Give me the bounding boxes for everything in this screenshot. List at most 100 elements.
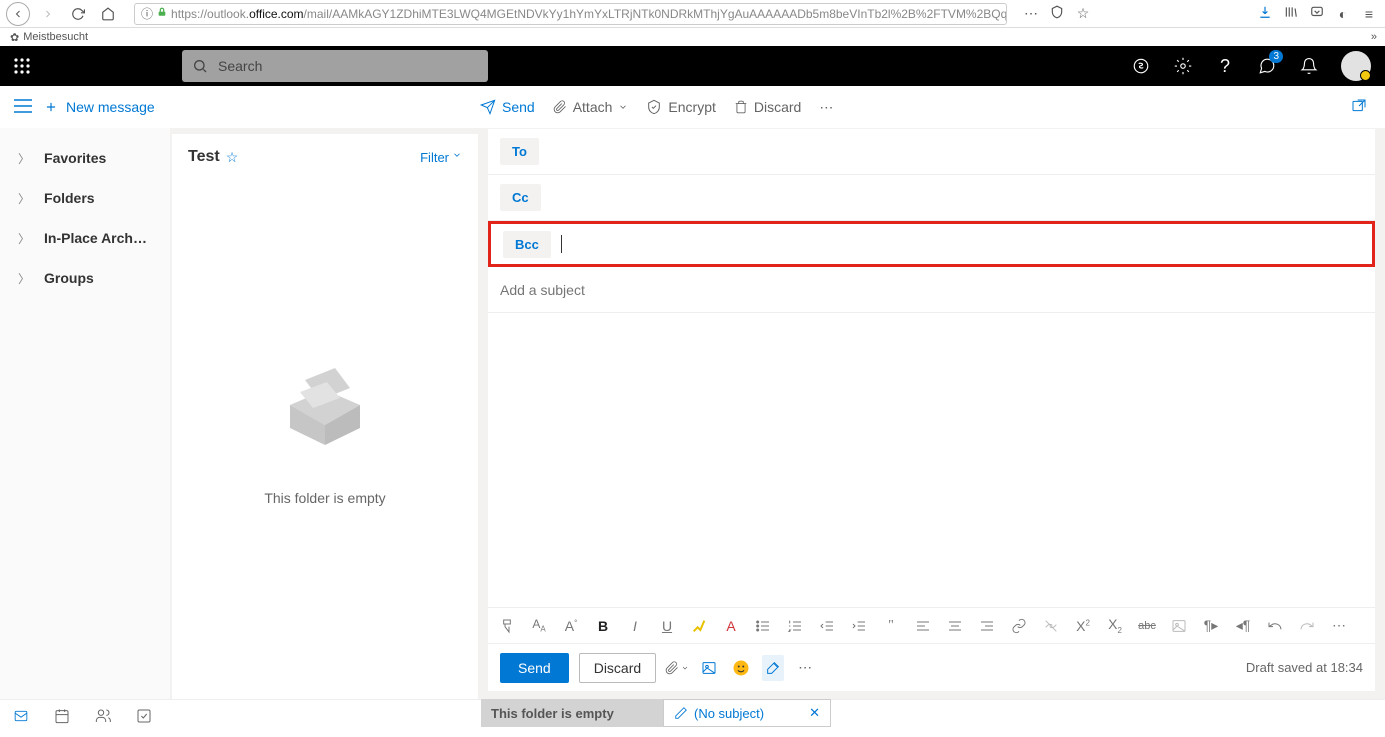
- app-launcher-button[interactable]: [0, 58, 44, 74]
- encrypt-command[interactable]: Encrypt: [646, 99, 715, 115]
- send-command[interactable]: Send: [480, 99, 535, 115]
- subject-row[interactable]: [488, 267, 1375, 313]
- new-message-label: New message: [66, 99, 155, 115]
- browser-back-button[interactable]: [6, 2, 30, 26]
- tasks-module-icon[interactable]: [136, 708, 152, 729]
- bcc-input[interactable]: [572, 236, 1360, 252]
- bullets-icon[interactable]: [754, 618, 772, 634]
- undo-icon[interactable]: [1266, 618, 1284, 634]
- popout-button[interactable]: [1351, 98, 1367, 117]
- align-center-icon[interactable]: [946, 618, 964, 634]
- align-left-icon[interactable]: [914, 618, 932, 634]
- underline-button[interactable]: U: [658, 618, 676, 634]
- chevron-down-icon: [452, 150, 462, 160]
- more-commands-icon[interactable]: ⋯: [819, 99, 833, 116]
- insert-picture-icon[interactable]: [698, 660, 720, 676]
- browser-download-icon[interactable]: [1255, 5, 1275, 22]
- cc-button[interactable]: Cc: [500, 184, 541, 211]
- format-painter-icon[interactable]: [498, 618, 516, 634]
- bcc-row[interactable]: Bcc: [488, 221, 1375, 267]
- search-placeholder: Search: [218, 58, 262, 74]
- empty-folder: This folder is empty: [172, 180, 478, 699]
- browser-more-icon[interactable]: ⋯: [1021, 5, 1041, 22]
- redo-icon[interactable]: [1298, 618, 1316, 634]
- bookmarks-expand-icon[interactable]: »: [1371, 31, 1377, 43]
- close-tab-icon[interactable]: ✕: [809, 705, 820, 721]
- message-body[interactable]: [488, 313, 1375, 607]
- help-icon[interactable]: ?: [1215, 56, 1235, 76]
- browser-bookmarks-bar: ✿ Meistbesucht »: [0, 28, 1385, 46]
- more-formatting-icon[interactable]: ⋯: [1330, 617, 1348, 634]
- attach-inline-icon[interactable]: [666, 660, 688, 676]
- toggle-format-icon[interactable]: [762, 655, 784, 681]
- bcc-button[interactable]: Bcc: [503, 231, 551, 258]
- browser-forward-button[interactable]: [36, 2, 60, 26]
- bottom-tabs: This folder is empty (No subject) ✕: [481, 699, 1385, 727]
- formatting-toolbar: AA A° B I U A " X2 X2 abc: [488, 607, 1375, 643]
- browser-star-icon[interactable]: ☆: [1073, 5, 1093, 22]
- ltr-icon[interactable]: ¶▸: [1202, 617, 1220, 634]
- avatar[interactable]: [1341, 51, 1371, 81]
- discard-button[interactable]: Discard: [579, 653, 656, 683]
- strikethrough-icon[interactable]: abc: [1138, 620, 1156, 632]
- font-icon[interactable]: AA: [530, 617, 548, 633]
- favorite-star-icon[interactable]: ☆: [226, 149, 239, 166]
- nav-groups[interactable]: 〉 Groups: [0, 258, 170, 298]
- subscript-icon[interactable]: X2: [1106, 616, 1124, 635]
- indent-icon[interactable]: [850, 618, 868, 634]
- chat-icon[interactable]: 3: [1257, 56, 1277, 76]
- superscript-icon[interactable]: X2: [1074, 618, 1092, 634]
- skype-icon[interactable]: [1131, 56, 1151, 76]
- cc-row[interactable]: Cc: [488, 175, 1375, 221]
- italic-button[interactable]: I: [626, 618, 644, 634]
- browser-pocket-icon[interactable]: [1307, 5, 1327, 22]
- more-actions-icon[interactable]: ⋯: [794, 659, 816, 676]
- align-right-icon[interactable]: [978, 618, 996, 634]
- highlight-icon[interactable]: [690, 618, 708, 634]
- emoji-icon[interactable]: [730, 659, 752, 677]
- to-button[interactable]: To: [500, 138, 539, 165]
- filter-button[interactable]: Filter: [420, 150, 462, 165]
- new-message-button[interactable]: New message: [44, 99, 155, 115]
- unlink-icon[interactable]: [1042, 618, 1060, 634]
- cc-input[interactable]: [551, 190, 1363, 206]
- numbering-icon[interactable]: [786, 618, 804, 634]
- insert-image-icon[interactable]: [1170, 618, 1188, 634]
- link-icon[interactable]: [1010, 618, 1028, 634]
- bookmark-item[interactable]: Meistbesucht: [23, 31, 88, 43]
- subject-input[interactable]: [500, 282, 1363, 298]
- notifications-icon[interactable]: [1299, 56, 1319, 76]
- font-color-icon[interactable]: A: [722, 618, 740, 634]
- browser-shield-icon[interactable]: [1047, 5, 1067, 22]
- folder-header: Test ☆ Filter: [172, 134, 478, 180]
- browser-menu-icon[interactable]: ≡: [1359, 6, 1379, 22]
- nav-archive[interactable]: 〉 In-Place Archive…: [0, 218, 170, 258]
- quote-icon[interactable]: ": [882, 618, 900, 634]
- outdent-icon[interactable]: [818, 618, 836, 634]
- tab-draft[interactable]: (No subject) ✕: [663, 699, 831, 727]
- browser-ext-icon[interactable]: ◐: [1333, 6, 1353, 22]
- font-size-icon[interactable]: A°: [562, 618, 580, 634]
- nav-folders[interactable]: 〉 Folders: [0, 178, 170, 218]
- empty-folder-icon: [275, 350, 375, 450]
- send-button[interactable]: Send: [500, 653, 569, 683]
- browser-reload-button[interactable]: [66, 2, 90, 26]
- bold-button[interactable]: B: [594, 618, 612, 634]
- nav-favorites[interactable]: 〉 Favorites: [0, 138, 170, 178]
- hamburger-button[interactable]: [14, 99, 32, 116]
- to-input[interactable]: [549, 144, 1363, 160]
- browser-url-bar[interactable]: ⓘ https://outlook.office.com/mail/AAMkAG…: [134, 3, 1007, 25]
- people-module-icon[interactable]: [94, 708, 112, 729]
- chevron-right-icon: 〉: [18, 150, 30, 167]
- attach-command[interactable]: Attach: [553, 99, 629, 115]
- browser-home-button[interactable]: [96, 2, 120, 26]
- mail-module-icon[interactable]: [12, 709, 30, 728]
- rtl-icon[interactable]: ◂¶: [1234, 617, 1252, 634]
- tab-folder-empty[interactable]: This folder is empty: [481, 699, 663, 727]
- settings-icon[interactable]: [1173, 56, 1193, 76]
- to-row[interactable]: To: [488, 129, 1375, 175]
- calendar-module-icon[interactable]: [54, 708, 70, 729]
- discard-command[interactable]: Discard: [734, 99, 801, 115]
- search-box[interactable]: Search: [182, 50, 488, 82]
- browser-library-icon[interactable]: [1281, 5, 1301, 22]
